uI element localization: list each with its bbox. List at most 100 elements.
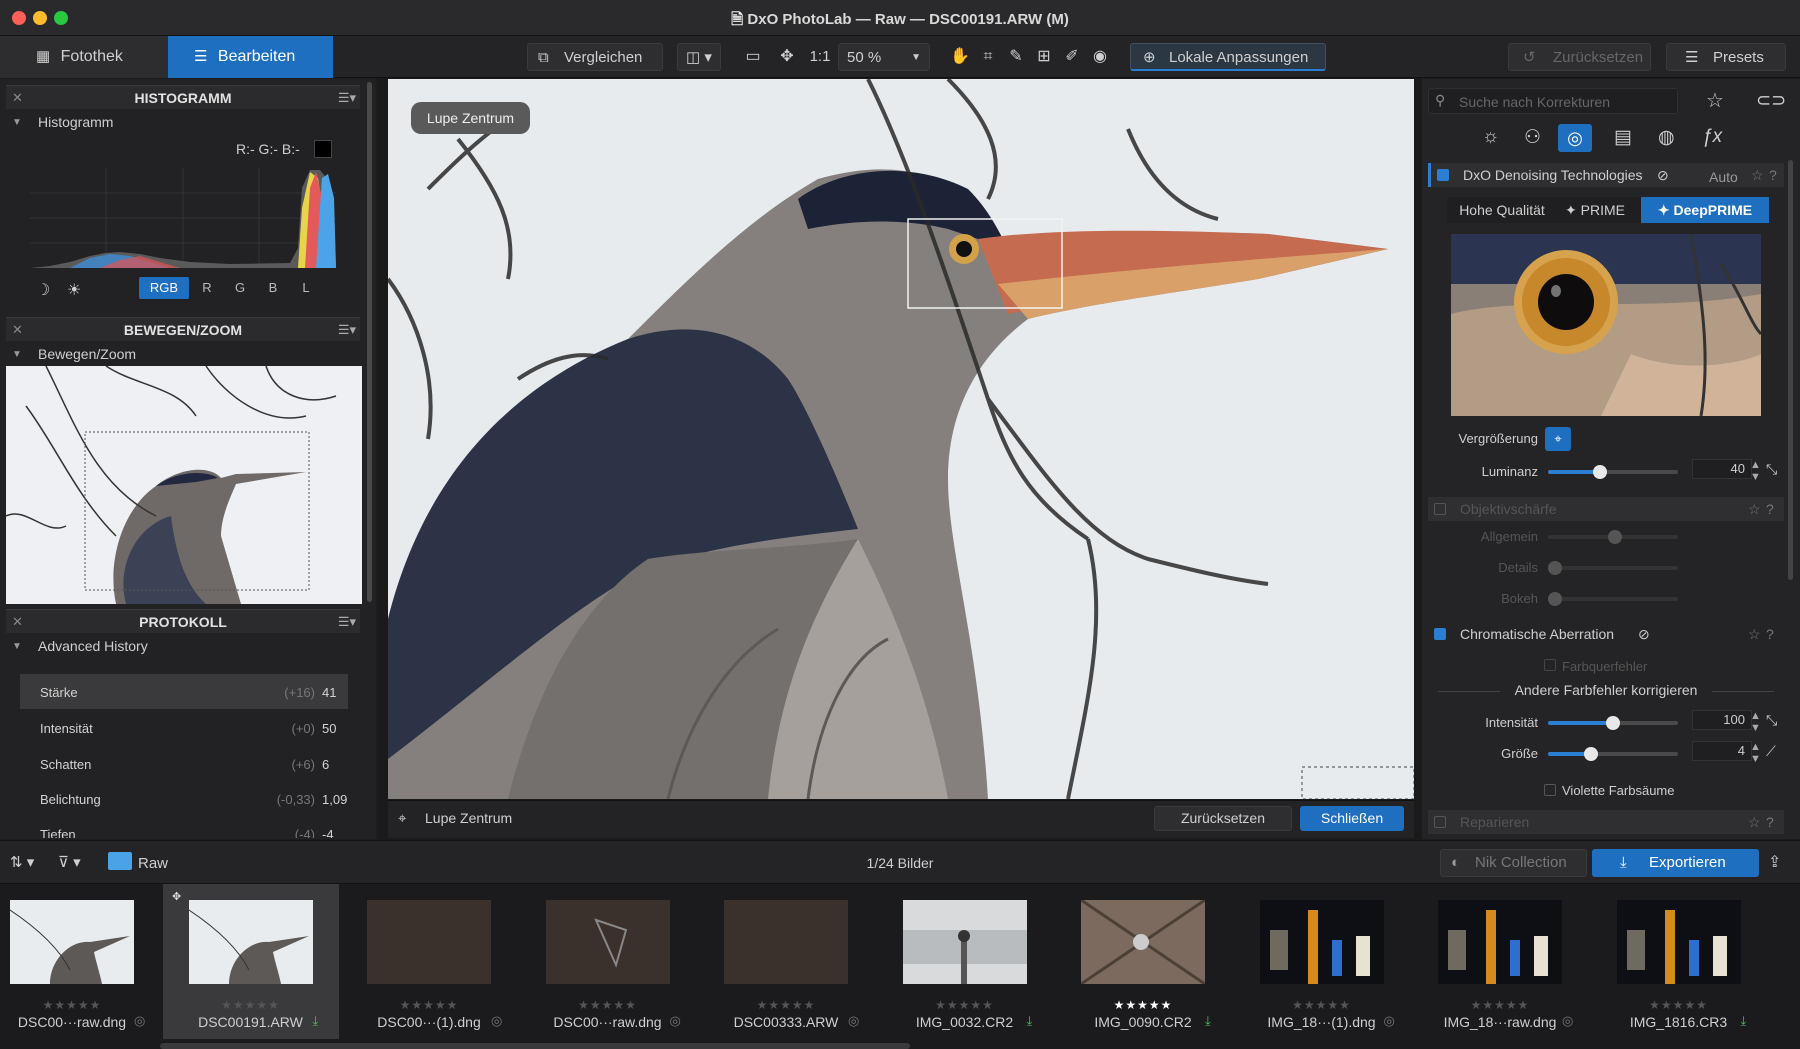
rating-stars[interactable]: ★★★★★	[1594, 998, 1764, 1012]
thumbnail[interactable]	[10, 900, 134, 984]
share-icon[interactable]: ⇪	[1768, 852, 1781, 872]
stepper-icon[interactable]: ▲ ▼	[1750, 741, 1761, 765]
move-zoom-header[interactable]: ✕ BEWEGEN/ZOOM ☰▾	[6, 317, 360, 341]
presets-button[interactable]: ☰ Presets	[1666, 43, 1786, 71]
channel-b[interactable]: B	[262, 277, 284, 299]
rating-stars[interactable]: ★★★★★	[1415, 998, 1585, 1012]
close-icon[interactable]: ✕	[12, 610, 23, 634]
magic-wand-icon[interactable]: ⤡	[1766, 461, 1777, 478]
thumbnail[interactable]	[1259, 900, 1384, 984]
light-icon[interactable]: ☼	[1482, 126, 1499, 148]
enable-checkbox[interactable]	[1434, 503, 1446, 515]
hand-icon[interactable]: ✋	[949, 46, 971, 68]
geometry-icon[interactable]: ▤	[1614, 126, 1632, 149]
help-icon[interactable]: ?	[1766, 810, 1774, 834]
rating-stars[interactable]: ★★★★★	[1237, 998, 1407, 1012]
filmstrip-scrollbar[interactable]	[160, 1043, 910, 1049]
thumbnail[interactable]	[188, 900, 313, 984]
help-icon[interactable]: ?	[1766, 497, 1774, 521]
close-icon[interactable]: ✕	[12, 318, 23, 342]
slider-knob[interactable]	[1608, 530, 1622, 544]
compare-button[interactable]: ⧉ Vergleichen	[527, 43, 663, 71]
panel-menu-icon[interactable]: ☰▾	[338, 86, 356, 110]
rating-stars[interactable]: ★★★★★	[880, 998, 1050, 1012]
history-row[interactable]: Tiefen (-4) -4	[20, 816, 348, 838]
local-icon[interactable]: ◍	[1658, 126, 1675, 149]
moon-icon[interactable]: ☽	[36, 280, 50, 300]
repair-header[interactable]: Reparieren ☆ ?	[1428, 810, 1784, 834]
channel-l[interactable]: L	[295, 277, 317, 299]
horizon-icon[interactable]: ⊞	[1033, 46, 1055, 68]
star-icon[interactable]: ☆	[1748, 622, 1761, 646]
panel-menu-icon[interactable]: ☰▾	[338, 610, 356, 634]
folder-name[interactable]: Raw	[138, 855, 168, 872]
stepper-icon[interactable]: ▲ ▼	[1750, 459, 1761, 483]
sun-icon[interactable]: ☀	[67, 280, 81, 300]
channel-r[interactable]: R	[196, 277, 218, 299]
zoom-1to1-button[interactable]: 1:1	[806, 43, 834, 71]
slider-knob[interactable]	[1583, 747, 1598, 761]
chevron-down-icon[interactable]: ▼	[12, 641, 22, 652]
magic-wand-icon[interactable]: ⤡	[1766, 712, 1777, 729]
move-icon[interactable]: ✥	[776, 46, 798, 68]
star-icon[interactable]: ☆	[1706, 88, 1724, 113]
history-row[interactable]: Schatten (+6) 6	[20, 746, 348, 781]
thumbnail[interactable]	[545, 900, 670, 984]
eyedropper-icon[interactable]: ✎	[1005, 46, 1027, 68]
enable-checkbox[interactable]	[1434, 816, 1446, 828]
chevron-down-icon[interactable]: ▼	[12, 117, 22, 128]
rating-stars[interactable]: ★★★★★	[166, 998, 336, 1012]
local-adjustments-button[interactable]: ⊕ Lokale Anpassungen	[1130, 43, 1326, 71]
main-image[interactable]	[388, 79, 1414, 799]
history-row[interactable]: Belichtung (-0,33) 1,09	[20, 781, 348, 816]
protocol-header[interactable]: ✕ PROTOKOLL ☰▾	[6, 609, 360, 633]
eye-icon[interactable]: ◉	[1089, 46, 1111, 68]
mode-deepprime[interactable]: ✦ DeepPRIME	[1641, 197, 1769, 223]
magnify-target-icon[interactable]: ⌖	[1545, 427, 1571, 451]
slider-knob[interactable]	[1606, 716, 1620, 730]
rating-stars[interactable]: ★★★★★	[0, 998, 157, 1012]
tab-library[interactable]: ▦ Fotothek	[0, 36, 168, 78]
luminance-value[interactable]: 40	[1692, 459, 1752, 479]
star-icon[interactable]: ☆	[1751, 163, 1764, 187]
eye-slash-icon[interactable]: ⊘	[1638, 622, 1650, 646]
details-slider[interactable]	[1548, 561, 1678, 575]
tab-edit[interactable]: ☰ Bearbeiten	[168, 36, 333, 78]
star-icon[interactable]: ☆	[1748, 810, 1761, 834]
stepper-icon[interactable]: ▲ ▼	[1750, 710, 1761, 734]
eye-slash-icon[interactable]: ⊘	[1657, 163, 1669, 187]
general-slider[interactable]	[1548, 530, 1678, 544]
sharpness-header[interactable]: Objektivschärfe ☆ ?	[1428, 497, 1784, 521]
color-icon[interactable]: ⚇	[1524, 126, 1541, 149]
star-icon[interactable]: ☆	[1748, 497, 1761, 521]
loupe-reset-button[interactable]: Zurücksetzen	[1154, 806, 1292, 831]
mode-hq[interactable]: Hohe Qualität	[1447, 197, 1557, 223]
sort-icon[interactable]: ⇅ ▾	[10, 853, 34, 871]
navigator-preview[interactable]	[6, 366, 362, 604]
history-row[interactable]: Stärke (+16) 41	[20, 674, 348, 709]
thumbnail[interactable]	[724, 900, 848, 984]
enable-checkbox[interactable]	[1434, 628, 1446, 640]
slider-knob[interactable]	[1548, 561, 1562, 575]
channel-g[interactable]: G	[229, 277, 251, 299]
thumbnail[interactable]	[1616, 900, 1741, 984]
right-scrollbar[interactable]	[1788, 160, 1793, 580]
corrections-search[interactable]: ⚲ Suche nach Korrekturen	[1428, 88, 1678, 114]
size-slider[interactable]	[1548, 747, 1678, 761]
crop-icon[interactable]: ⌗	[977, 46, 999, 68]
chroma-header[interactable]: Chromatische Aberration ⊘ ☆ ?	[1428, 622, 1784, 646]
rating-stars[interactable]: ★★★★★	[1058, 998, 1228, 1012]
rating-stars[interactable]: ★★★★★	[344, 998, 514, 1012]
thumbnail[interactable]	[367, 900, 491, 984]
history-row[interactable]: Intensität (+0) 50	[20, 710, 348, 745]
thumbnail[interactable]	[1081, 900, 1205, 984]
slider-knob[interactable]	[1548, 592, 1562, 606]
repair-icon[interactable]: ✐	[1061, 46, 1083, 68]
help-icon[interactable]: ?	[1769, 163, 1777, 187]
luminance-slider[interactable]	[1548, 465, 1678, 479]
loupe-close-button[interactable]: Schließen	[1300, 806, 1404, 831]
export-button[interactable]: ⤓ Exportieren	[1592, 849, 1759, 877]
intensity-value[interactable]: 100	[1692, 710, 1752, 730]
fit-screen-icon[interactable]: ▭	[742, 46, 764, 68]
left-scrollbar[interactable]	[367, 82, 372, 602]
